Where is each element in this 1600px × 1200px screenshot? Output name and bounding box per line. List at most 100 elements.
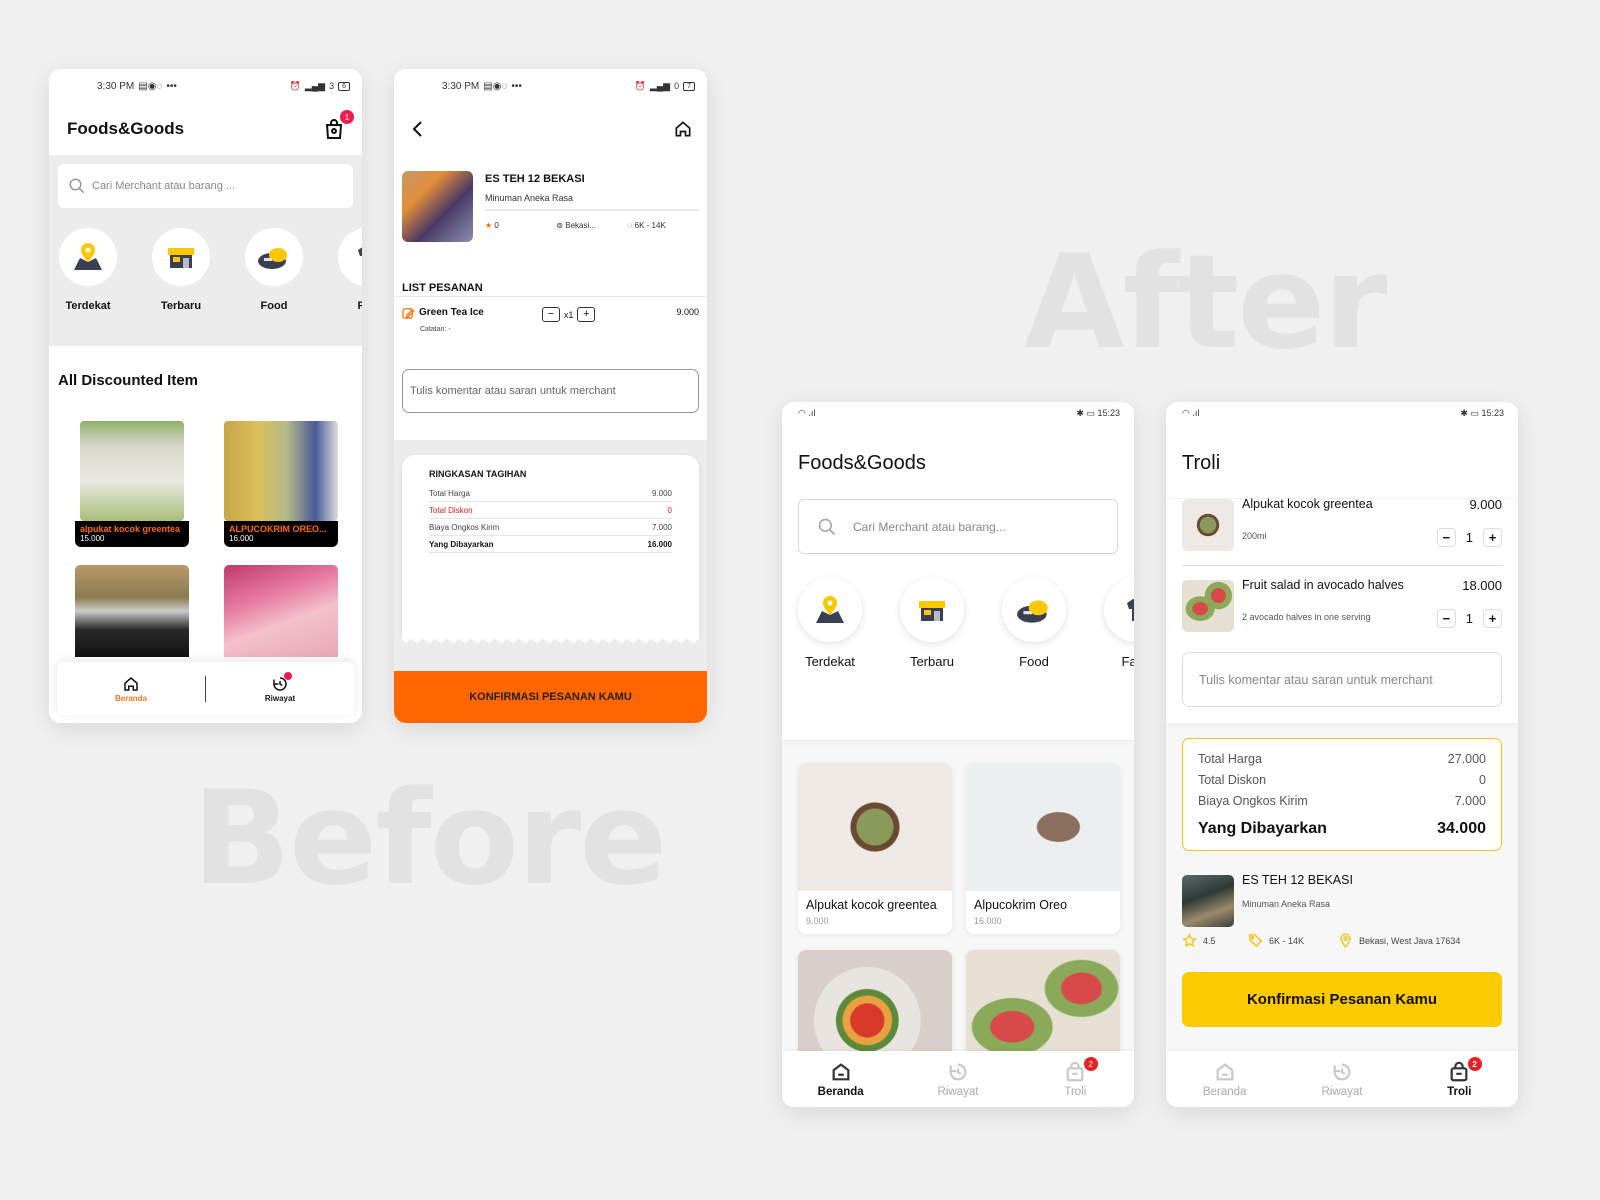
signal-icon: .ıl <box>1192 407 1200 418</box>
decrease-button[interactable]: − <box>541 307 560 322</box>
product-price: 9.000 <box>806 916 829 926</box>
bill-summary: Total Harga 27.000 Total Diskon 0 Biaya On… <box>1182 738 1502 851</box>
nav-troli[interactable]: 2 Troli <box>1017 1051 1134 1107</box>
history-icon <box>949 1063 967 1080</box>
home-icon[interactable] <box>673 119 693 139</box>
summary-row: Biaya Ongkos Kirim 7.000 <box>1198 794 1486 808</box>
home-icon <box>832 1062 850 1080</box>
status-bar: ◠ .ıl ✱ ▭ 15:23 <box>782 402 1134 424</box>
product-card[interactable]: alpukat kocok greentea 15.000 <box>75 421 189 547</box>
search-placeholder: Cari Merchant atau barang ... <box>92 180 236 192</box>
category-terdekat[interactable]: Terdekat <box>59 228 117 312</box>
app-title: Foods&Goods <box>67 119 185 138</box>
category-terdekat[interactable]: Terdekat <box>798 578 862 740</box>
location-icon: ⊚ <box>556 221 564 230</box>
product-image <box>966 763 1120 891</box>
nav-riwayat[interactable]: Riwayat <box>1283 1051 1400 1107</box>
top-bar <box>394 103 707 155</box>
order-item: Green Tea Ice − x1 + 9.000 Catatan: - <box>394 297 707 333</box>
status-time: 15:23 <box>1097 407 1120 418</box>
merchant-subtitle: Minuman Aneka Rasa <box>485 193 699 211</box>
product-image <box>224 421 338 521</box>
product-image <box>80 421 184 521</box>
price-tag-icon <box>1249 934 1263 948</box>
product-card[interactable]: ALPUCOKRIM OREO... 16.000 <box>224 421 338 547</box>
home-icon <box>124 676 138 691</box>
product-price: 15.000 <box>80 534 105 543</box>
wifi-icon: ◠ <box>1182 407 1190 418</box>
wifi-icon: ◠ <box>798 407 806 418</box>
nav-riwayat[interactable]: Riwayat <box>899 1051 1016 1107</box>
search-input[interactable]: Cari Merchant atau barang... <box>798 499 1118 554</box>
status-time: 15:23 <box>1481 407 1504 418</box>
order-note: Catatan: - <box>420 326 451 333</box>
category-label: Food <box>1019 654 1049 669</box>
merchant-name: ES TEH 12 BEKASI <box>1242 873 1353 887</box>
category-list: Terdekat Terbaru Food Fas <box>49 208 362 312</box>
product-name: Alpukat kocok greentea <box>806 898 937 912</box>
category-label: Terbaru <box>909 654 955 669</box>
category-food[interactable]: Food <box>1002 578 1066 740</box>
status-bar: 3:30 PM ▤◉◌ ••• ⏰ ▂▄▆ 3 6 <box>49 69 362 103</box>
search-icon <box>818 518 836 535</box>
comment-input[interactable]: Tulis komentar atau saran untuk merchant <box>1182 652 1502 707</box>
divider <box>1182 565 1502 566</box>
category-list: Terdekat Terbaru Food Fash <box>782 554 1134 740</box>
cart-item: Alpukat kocok greentea 200ml 9.000 − 1 + <box>1166 497 1518 551</box>
confirm-order-button[interactable]: Konfirmasi Pesanan Kamu <box>1182 972 1502 1027</box>
nav-beranda[interactable]: Beranda <box>57 675 205 703</box>
increase-button[interactable]: + <box>1483 528 1502 547</box>
product-name: alpukat kocok greentea <box>80 524 181 534</box>
confirm-order-button[interactable]: KONFIRMASI PESANAN KAMU <box>394 671 707 723</box>
category-terbaru[interactable]: Terbaru <box>152 228 210 312</box>
quantity-stepper: − 1 + <box>1436 609 1502 628</box>
nav-label: Troli <box>1447 1085 1472 1098</box>
battery-icon: 6 <box>338 81 350 91</box>
product-card[interactable] <box>75 565 189 657</box>
order-item-name: Green Tea Ice <box>419 307 484 318</box>
before-order-screen: 3:30 PM ▤◉◌ ••• ⏰ ▂▄▆ 0 7 ES TEH 12 BEKA… <box>394 69 707 723</box>
product-card[interactable]: Alpukat kocok greentea 9.000 <box>798 763 952 934</box>
nav-beranda[interactable]: Beranda <box>1166 1051 1283 1107</box>
notification-dot <box>284 671 292 680</box>
category-food[interactable]: Food <box>245 228 303 312</box>
nav-troli[interactable]: 2 Troli <box>1401 1051 1518 1107</box>
edit-icon[interactable] <box>402 307 415 320</box>
category-fashion[interactable]: Fas <box>338 228 362 312</box>
summary-row-total: Yang Dibayarkan 16.000 <box>429 536 672 553</box>
decrease-button[interactable]: − <box>1436 609 1456 628</box>
cart-badge: 2 <box>1083 1057 1098 1071</box>
category-terbaru[interactable]: Terbaru <box>900 578 964 740</box>
bottom-navigation: Beranda Riwayat 2 Troli <box>782 1051 1134 1107</box>
merchant-location: Bekasi... <box>565 221 596 230</box>
search-input[interactable]: Cari Merchant atau barang ... <box>58 164 353 208</box>
comment-input[interactable]: Tulis komentar atau saran untuk merchant <box>402 369 699 413</box>
cart-button[interactable]: 1 <box>322 110 354 141</box>
merchant-price-range: 6K - 14K <box>634 221 666 230</box>
battery-icon: 7 <box>683 81 695 91</box>
notification-icons: ▤◉◌ <box>483 80 508 92</box>
summary-row: Total Diskon 0 <box>429 502 672 519</box>
back-icon[interactable] <box>410 120 426 138</box>
location-icon <box>1340 933 1351 948</box>
product-card[interactable]: Alpucokrim Oreo 16.000 <box>966 763 1120 934</box>
fashion-icon <box>1127 599 1134 621</box>
decrease-button[interactable]: − <box>1436 528 1456 547</box>
increase-button[interactable]: + <box>1483 609 1502 628</box>
nav-label: Riwayat <box>1321 1085 1363 1098</box>
nav-beranda[interactable]: Beranda <box>782 1051 899 1107</box>
signal-icon: ▂▄▆ <box>304 80 326 91</box>
quantity-value: 1 <box>1465 530 1473 545</box>
category-fashion[interactable]: Fash <box>1104 578 1134 740</box>
product-grid: Alpukat kocok greentea 9.000 Alpucokrim … <box>782 740 1134 1099</box>
increase-button[interactable]: + <box>577 307 596 322</box>
store-icon <box>168 248 194 268</box>
fashion-icon <box>358 247 362 256</box>
page-title: Troli <box>1166 424 1518 499</box>
category-label: Terdekat <box>805 654 855 669</box>
nav-riwayat[interactable]: Riwayat <box>206 671 354 703</box>
search-placeholder: Cari Merchant atau barang... <box>853 519 1006 534</box>
summary-row: Total Harga 9.000 <box>429 485 672 502</box>
product-card[interactable] <box>224 565 338 657</box>
quantity-stepper: − x1 + <box>541 307 596 322</box>
